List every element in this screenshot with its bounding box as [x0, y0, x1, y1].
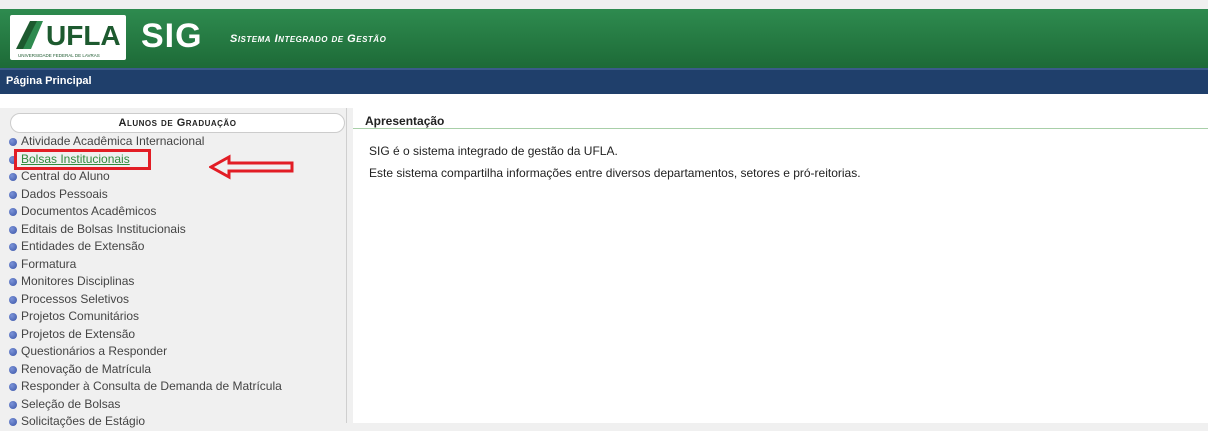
bullet-icon — [9, 400, 17, 409]
logo-wordmark: UFLA — [46, 20, 121, 51]
sidebar-item-questionarios[interactable]: Questionários a Responder — [8, 343, 282, 361]
sidebar-item-projetos-comunitarios[interactable]: Projetos Comunitários — [8, 308, 282, 326]
sidebar-item-monitores-disciplinas[interactable]: Monitores Disciplinas — [8, 273, 282, 291]
sidebar-title: Alunos de Graduação — [10, 113, 345, 133]
description-paragraph: Este sistema compartilha informações ent… — [369, 166, 861, 180]
bullet-icon — [9, 383, 17, 391]
spacer — [0, 94, 1208, 108]
bullet-icon — [9, 278, 17, 286]
header-bar: UFLA UNIVERSIDADE FEDERAL DE LAVRAS SIG … — [0, 0, 1208, 68]
bullet-icon — [9, 365, 17, 374]
sidebar-item-solicitacoes-de-estagio[interactable]: Solicitações de Estágio — [8, 413, 282, 431]
app-title: SIG — [141, 17, 203, 55]
sidebar-item-processos-seletivos[interactable]: Processos Seletivos — [8, 291, 282, 309]
sidebar-item-selecao-de-bolsas[interactable]: Seleção de Bolsas — [8, 396, 282, 414]
app-subtitle: Sistema Integrado de Gestão — [230, 33, 387, 45]
bullet-icon — [9, 190, 17, 199]
sidebar-item-formatura[interactable]: Formatura — [8, 256, 282, 274]
bullet-icon — [9, 330, 17, 339]
sidebar-item-projetos-de-extensao[interactable]: Projetos de Extensão — [8, 326, 282, 344]
sidebar-item-dados-pessoais[interactable]: Dados Pessoais — [8, 186, 282, 204]
bullet-icon — [9, 348, 17, 356]
bullet-icon — [9, 208, 17, 216]
title-divider — [353, 128, 1208, 129]
bullet-icon — [9, 260, 17, 269]
sidebar-item-consulta-demanda[interactable]: Responder à Consulta de Demanda de Matrí… — [8, 378, 282, 396]
bullet-icon — [9, 418, 17, 426]
nav-home-link[interactable]: Página Principal — [6, 75, 92, 87]
nav-bar: Página Principal — [0, 68, 1208, 94]
sidebar-item-entidades-de-extensao[interactable]: Entidades de Extensão — [8, 238, 282, 256]
sidebar-item-atividade-academica[interactable]: Atividade Acadêmica Internacional — [8, 133, 282, 151]
main-content: Apresentação SIG é o sistema integrado d… — [353, 108, 1208, 423]
highlight-box — [14, 149, 151, 170]
sidebar-item-editais-de-bolsas[interactable]: Editais de Bolsas Institucionais — [8, 221, 282, 239]
content-title: Apresentação — [365, 114, 445, 128]
bullet-icon — [9, 295, 17, 304]
logo-subtext: UNIVERSIDADE FEDERAL DE LAVRAS — [18, 53, 100, 58]
bullet-icon — [9, 243, 17, 251]
sidebar-item-renovacao-de-matricula[interactable]: Renovação de Matrícula — [8, 361, 282, 379]
ufla-logo[interactable]: UFLA UNIVERSIDADE FEDERAL DE LAVRAS — [10, 15, 126, 60]
bullet-icon — [9, 225, 17, 234]
bullet-icon — [9, 138, 17, 146]
bullet-icon — [9, 313, 17, 321]
intro-paragraph: SIG é o sistema integrado de gestão da U… — [369, 144, 618, 158]
pointer-arrow-icon — [209, 154, 294, 180]
bullet-icon — [9, 173, 17, 181]
sidebar-item-documentos-academicos[interactable]: Documentos Acadêmicos — [8, 203, 282, 221]
